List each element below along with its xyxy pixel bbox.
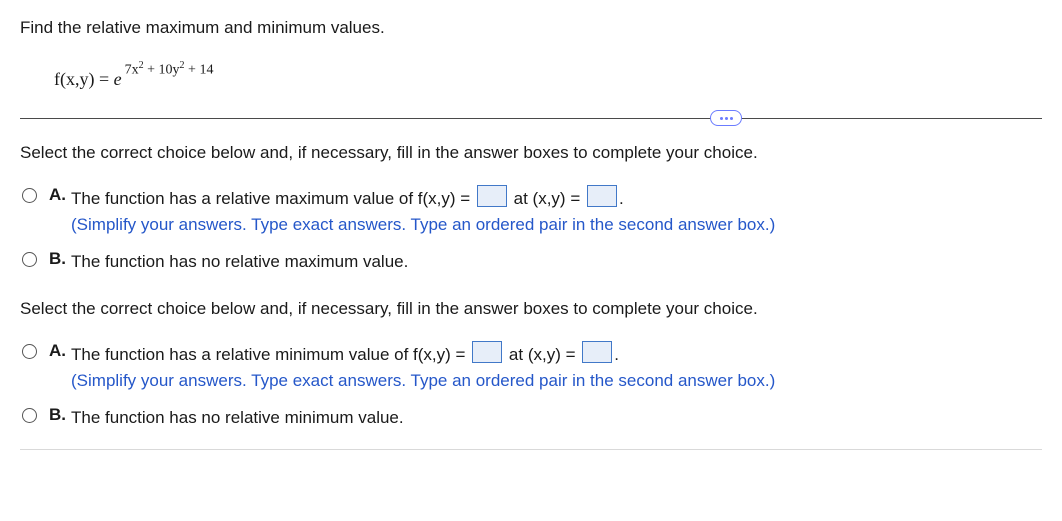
choice-letter: A.: [49, 341, 71, 361]
text-segment: .: [614, 345, 619, 364]
function-formula: f(x,y) = e 7x2 + 10y2 + 14: [54, 60, 1042, 90]
choice-letter: A.: [49, 185, 71, 205]
text-segment: The function has a relative minimum valu…: [71, 345, 470, 364]
choice-min-b: B. The function has no relative minimum …: [20, 405, 1042, 431]
answer-box-max-point[interactable]: [587, 185, 617, 207]
formula-exponent: 7x2 + 10y2 + 14: [125, 60, 214, 79]
choice-max-b: B. The function has no relative maximum …: [20, 249, 1042, 275]
formula-lhs: f(x,y) =: [54, 69, 114, 89]
text-segment: at (x,y) =: [509, 189, 585, 208]
formula-base: e: [114, 69, 122, 89]
instruction-max: Select the correct choice below and, if …: [20, 143, 1042, 163]
radio-max-b[interactable]: [22, 252, 37, 267]
text-segment: at (x,y) =: [504, 345, 580, 364]
choice-body: The function has a relative minimum valu…: [71, 341, 1042, 395]
answer-box-min-value[interactable]: [472, 341, 502, 363]
choice-max-a: A. The function has a relative maximum v…: [20, 185, 1042, 239]
choice-letter: B.: [49, 249, 71, 269]
radio-max-a[interactable]: [22, 188, 37, 203]
radio-min-b[interactable]: [22, 408, 37, 423]
answer-box-max-value[interactable]: [477, 185, 507, 207]
choice-min-a: A. The function has a relative minimum v…: [20, 341, 1042, 395]
choice-body: The function has a relative maximum valu…: [71, 185, 1042, 239]
divider: [20, 118, 1042, 119]
hint-text: (Simplify your answers. Type exact answe…: [71, 371, 775, 390]
hint-text: (Simplify your answers. Type exact answe…: [71, 215, 775, 234]
bottom-divider: [20, 449, 1042, 450]
instruction-min: Select the correct choice below and, if …: [20, 299, 1042, 319]
text-segment: The function has a relative maximum valu…: [71, 189, 475, 208]
choice-letter: B.: [49, 405, 71, 425]
question-prompt: Find the relative maximum and minimum va…: [20, 18, 1042, 38]
more-options-button[interactable]: [710, 110, 742, 126]
text-segment: .: [619, 189, 624, 208]
answer-box-min-point[interactable]: [582, 341, 612, 363]
choice-body: The function has no relative maximum val…: [71, 249, 1042, 275]
choice-body: The function has no relative minimum val…: [71, 405, 1042, 431]
radio-min-a[interactable]: [22, 344, 37, 359]
